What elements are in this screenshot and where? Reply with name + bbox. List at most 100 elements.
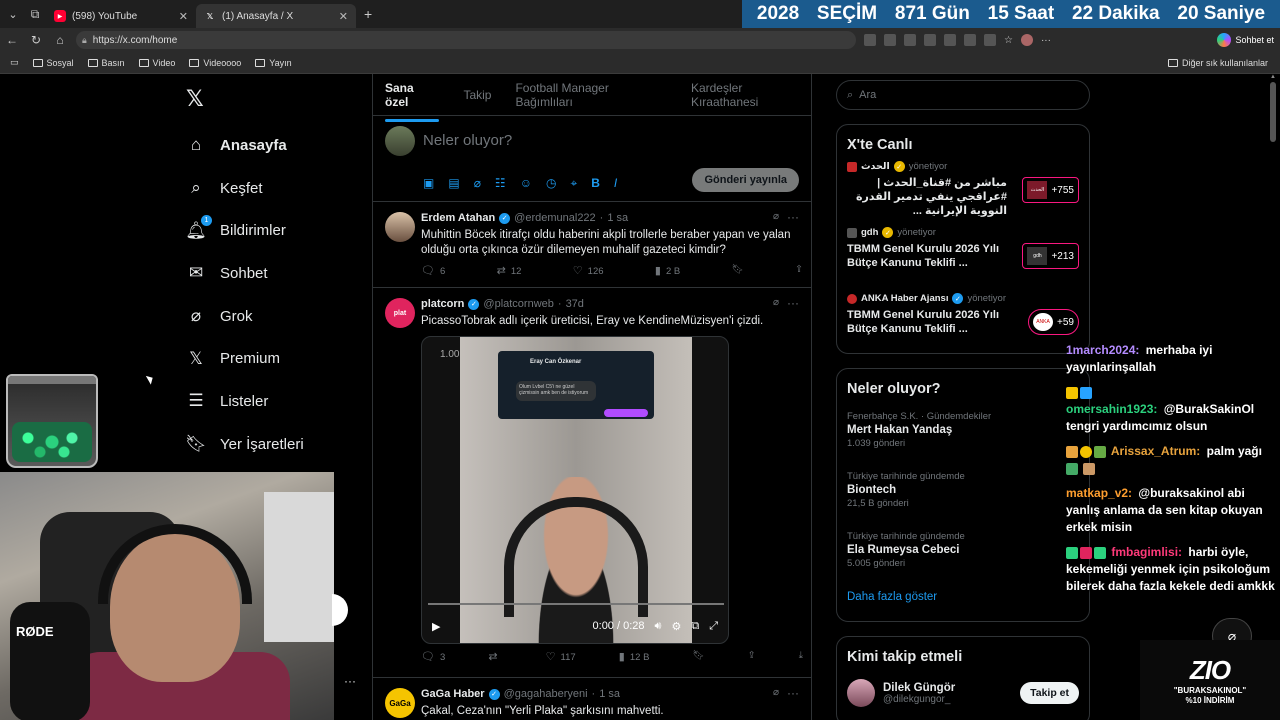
bookmark-icon[interactable]: 🔖︎ xyxy=(732,264,744,277)
trend-item[interactable]: Türkiye tarihinde gündemde Ela Rumeysa C… xyxy=(837,525,1089,585)
live-item[interactable]: gdh ✓ yönetiyor TBMM Genel Kurulu 2026 Yıl… xyxy=(837,227,1089,293)
copilot-chat-button[interactable]: Sohbet et xyxy=(1217,33,1274,47)
fullscreen-icon[interactable]: ⤢ xyxy=(709,620,718,633)
bold-icon[interactable]: B xyxy=(591,176,600,191)
repost-button[interactable]: ⇄ 12 xyxy=(497,264,522,277)
pip-icon[interactable]: ⧉ xyxy=(691,620,699,633)
nav-item-lists[interactable]: ☰ Listeler xyxy=(186,380,304,423)
nav-item-notifications[interactable]: 🔔︎ 1 Bildirimler xyxy=(185,209,304,252)
extension-icon[interactable] xyxy=(864,34,876,46)
emoji-icon[interactable]: ☺ xyxy=(520,176,532,191)
profile-avatar[interactable] xyxy=(1020,34,1033,46)
refresh-icon[interactable]: ↻ xyxy=(24,33,48,47)
tweet[interactable]: Erdem Atahan ✓ @erdemunal222 · 1 sa ⌀ ··… xyxy=(373,202,811,288)
tweet-time[interactable]: 1 sa xyxy=(607,212,628,224)
page-scrollbar[interactable] xyxy=(1270,82,1276,142)
more-icon[interactable]: ··· xyxy=(787,686,799,700)
like-button[interactable]: ♡ 126 xyxy=(573,264,604,277)
image-icon[interactable]: ▣ xyxy=(423,176,434,191)
grok-icon[interactable]: ⌀ xyxy=(773,211,779,222)
views-button[interactable]: ▮ 2 B xyxy=(655,264,680,277)
avatar[interactable] xyxy=(385,212,415,242)
new-tab-icon[interactable]: + xyxy=(364,6,372,22)
share-icon[interactable]: ⇪ xyxy=(748,650,756,663)
reading-list-icon[interactable]: ▭ xyxy=(10,57,19,68)
volume-icon[interactable]: 🔊︎ xyxy=(655,620,662,633)
follow-button[interactable]: Takip et xyxy=(1020,682,1079,704)
bookmark-folder[interactable]: Videoooo xyxy=(189,58,241,68)
trend-item[interactable]: Türkiye tarihinde gündemde Biontech 21,5… xyxy=(837,465,1089,525)
video-progress-bar[interactable] xyxy=(428,603,724,605)
download-icon[interactable]: ⤓ xyxy=(799,650,803,663)
gif-icon[interactable]: ▤ xyxy=(448,176,459,191)
author-handle[interactable]: @platcornweb xyxy=(483,298,553,310)
more-options-icon[interactable]: ··· xyxy=(344,674,356,688)
more-icon[interactable]: ··· xyxy=(787,296,799,310)
more-menu-icon[interactable]: ··· xyxy=(1041,35,1051,46)
tab-actions-menu-icon[interactable]: ⌄ xyxy=(2,4,24,24)
compose-input[interactable]: Neler oluyor? xyxy=(423,132,512,149)
close-tab-icon[interactable]: ✕ xyxy=(339,10,348,23)
reply-button[interactable]: 🗨︎ 3 xyxy=(421,650,445,663)
tweet-time[interactable]: 1 sa xyxy=(599,688,620,700)
author-handle[interactable]: @gagahaberyeni xyxy=(504,688,588,700)
nav-item-explore[interactable]: ⌕ Keşfet xyxy=(186,167,304,210)
other-bookmarks[interactable]: Diğer sık kullanılanlar xyxy=(1167,58,1268,68)
grok-icon[interactable]: ⌀ xyxy=(773,297,779,308)
avatar[interactable]: GaGa xyxy=(385,688,415,718)
repost-button[interactable]: ⇄ xyxy=(488,650,502,663)
tab-for-you[interactable]: Sana özel xyxy=(385,81,440,122)
tweet[interactable]: plat platcorn ✓ @platcornweb · 37d ⌀ ···… xyxy=(373,288,811,678)
tab-community-fm[interactable]: Football Manager Bağımlıları xyxy=(515,81,667,109)
tweet[interactable]: GaGa GaGa Haber ✓ @gagahaberyeni · 1 sa … xyxy=(373,678,811,720)
tweet-time[interactable]: 37d xyxy=(566,298,584,310)
show-more-link[interactable]: Daha fazla göster xyxy=(837,585,1089,617)
x-logo-icon[interactable]: 𝕏 xyxy=(186,86,204,112)
nav-item-home[interactable]: ⌂ Anasayfa xyxy=(186,124,304,167)
scroll-up-icon[interactable]: ▲ xyxy=(1270,74,1276,80)
nav-item-messages[interactable]: ✉ Sohbet xyxy=(186,252,304,295)
extension-icon[interactable] xyxy=(944,34,956,46)
nav-item-bookmarks[interactable]: 🔖︎ Yer İşaretleri xyxy=(185,423,303,466)
avatar[interactable] xyxy=(847,679,875,707)
extension-icon[interactable] xyxy=(904,34,916,46)
extension-icon[interactable] xyxy=(884,34,896,46)
search-input[interactable]: ⌕ Ara xyxy=(836,80,1090,110)
more-icon[interactable]: ··· xyxy=(787,210,799,224)
author-handle[interactable]: @erdemunal222 xyxy=(514,212,596,224)
workspaces-icon[interactable]: ⧉ xyxy=(24,4,46,24)
author-name[interactable]: Erdem Atahan xyxy=(421,212,495,224)
grok-icon[interactable]: ⌀ xyxy=(474,176,481,191)
play-icon[interactable]: ▶ xyxy=(432,620,440,633)
home-icon[interactable]: ⌂ xyxy=(48,33,72,47)
bookmark-folder[interactable]: Yayın xyxy=(255,58,292,68)
extension-icon[interactable] xyxy=(924,34,936,46)
share-icon[interactable]: ⇪ xyxy=(795,264,803,277)
settings-icon[interactable]: ⚙ xyxy=(671,620,681,633)
follow-suggestion[interactable]: Dilek Güngör @dilekgungor_ Takip et xyxy=(837,673,1089,713)
grok-icon[interactable]: ⌀ xyxy=(773,687,779,698)
nav-item-grok[interactable]: ⌀ Grok xyxy=(186,295,304,338)
avatar[interactable] xyxy=(385,126,415,156)
extension-icon[interactable] xyxy=(984,34,996,46)
extension-icon[interactable] xyxy=(964,34,976,46)
star-icon[interactable]: ☆ xyxy=(1004,35,1013,46)
nav-item-premium[interactable]: 𝕏 Premium xyxy=(186,337,304,380)
url-input[interactable]: 🔒︎ https://x.com/home xyxy=(76,31,856,49)
avatar[interactable]: plat xyxy=(385,298,415,328)
post-button[interactable]: Gönderi yayınla xyxy=(692,168,799,192)
schedule-icon[interactable]: ◷ xyxy=(546,176,556,191)
browser-tab-youtube[interactable]: ▶ (598) YouTube ✕ xyxy=(46,4,196,28)
tab-following[interactable]: Takip xyxy=(463,88,491,102)
close-tab-icon[interactable]: ✕ xyxy=(179,10,188,23)
location-icon[interactable]: ⌖ xyxy=(570,176,577,191)
bookmark-icon[interactable]: 🔖︎ xyxy=(693,650,705,663)
tab-community-kk[interactable]: Kardeşler Kıraathanesi xyxy=(691,81,811,109)
trend-item[interactable]: Fenerbahçe S.K. · Gündemdekiler Mert Hak… xyxy=(837,405,1089,465)
bookmark-folder[interactable]: Sosyal xyxy=(32,58,74,68)
views-button[interactable]: ▮ 12 B xyxy=(619,650,650,663)
bookmark-folder[interactable]: Video xyxy=(138,58,175,68)
browser-tab-x[interactable]: 𝕏 (1) Anasayfa / X ✕ xyxy=(196,4,356,28)
video-player[interactable]: 1.00 Eray Can Özkenar Olum Lvbel C5'i ne… xyxy=(421,336,729,644)
live-item[interactable]: الحدث ✓ yönetiyor مباشر من #قناة_الحدث | #… xyxy=(837,161,1089,227)
